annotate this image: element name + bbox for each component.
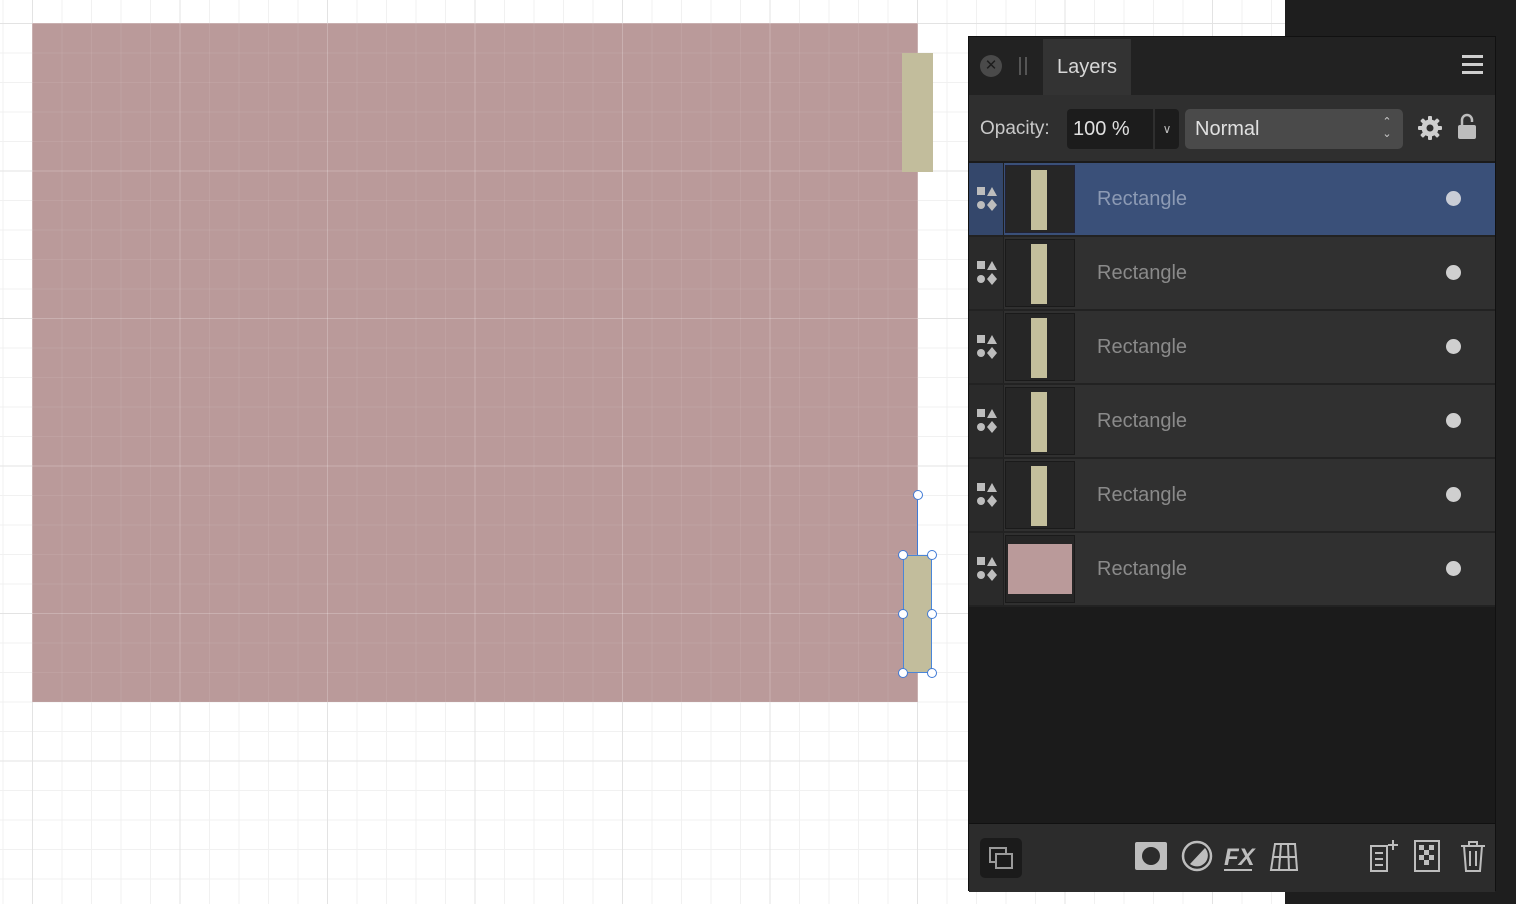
add-transparency-layer-icon[interactable] — [1409, 838, 1445, 874]
arrange-layers-button[interactable] — [980, 838, 1022, 878]
panel-grip-icon[interactable] — [1019, 57, 1027, 75]
thumbnail-strip — [1031, 392, 1047, 452]
mask-icon[interactable] — [1133, 838, 1169, 874]
blend-mode-value: Normal — [1195, 118, 1260, 140]
arrange-icon — [989, 847, 1013, 869]
panel-menu-icon[interactable] — [1462, 55, 1483, 74]
blend-mode-select[interactable]: Normal ⌃ ⌄ — [1185, 109, 1403, 149]
opacity-input[interactable]: 100 % — [1067, 109, 1153, 149]
layer-type-cell — [969, 237, 1004, 309]
layer-type-cell — [969, 163, 1004, 235]
layer-thumbnail — [1005, 461, 1075, 529]
layer-row[interactable]: Rectangle — [969, 533, 1495, 607]
shape-layer-icon — [977, 261, 997, 285]
layer-properties-bar: Opacity: 100 % ∨ Normal ⌃ ⌄ — [969, 95, 1495, 161]
shape-layer-icon — [977, 409, 997, 433]
layer-name[interactable]: Rectangle — [1097, 385, 1187, 457]
thumbnail-rectangle — [1008, 544, 1072, 594]
mesh-warp-icon[interactable] — [1265, 838, 1301, 874]
resize-handle-middle-left[interactable] — [898, 609, 908, 619]
layer-name[interactable]: Rectangle — [1097, 237, 1187, 309]
unlock-icon[interactable] — [1457, 113, 1477, 141]
thumbnail-strip — [1031, 466, 1047, 526]
tab-layers[interactable]: Layers — [1043, 39, 1131, 95]
layer-thumbnail — [1005, 165, 1075, 233]
trash-icon[interactable] — [1455, 838, 1491, 874]
resize-handle-bottom-right[interactable] — [927, 668, 937, 678]
rectangle-strip-top[interactable] — [902, 53, 933, 172]
resize-handle-top-right[interactable] — [927, 550, 937, 560]
shape-layer-icon — [977, 335, 997, 359]
layer-row[interactable]: Rectangle — [969, 385, 1495, 459]
layer-thumbnail — [1005, 239, 1075, 307]
shape-layer-icon — [977, 557, 997, 581]
layer-name[interactable]: Rectangle — [1097, 163, 1187, 235]
layer-type-cell — [969, 459, 1004, 531]
layer-row[interactable]: Rectangle — [969, 237, 1495, 311]
visibility-toggle[interactable] — [1446, 339, 1461, 354]
layer-type-cell — [969, 385, 1004, 457]
close-panel-button[interactable]: ✕ — [980, 55, 1002, 77]
visibility-toggle[interactable] — [1446, 265, 1461, 280]
layer-type-cell — [969, 533, 1004, 605]
adjustment-icon[interactable] — [1179, 838, 1215, 874]
layers-panel: ✕ Layers Opacity: 100 % ∨ Normal ⌃ ⌄ Rec… — [968, 36, 1496, 892]
layer-row[interactable]: Rectangle — [969, 163, 1495, 237]
large-rectangle-shape[interactable] — [32, 23, 918, 702]
layer-row[interactable]: Rectangle — [969, 311, 1495, 385]
svg-text:FX: FX — [1224, 844, 1257, 871]
rotation-handle[interactable] — [913, 490, 923, 500]
layer-name[interactable]: Rectangle — [1097, 533, 1187, 605]
shape-layer-icon — [977, 187, 997, 211]
shape-layer-icon — [977, 483, 997, 507]
visibility-toggle[interactable] — [1446, 191, 1461, 206]
visibility-toggle[interactable] — [1446, 561, 1461, 576]
layer-type-cell — [969, 311, 1004, 383]
layer-name[interactable]: Rectangle — [1097, 311, 1187, 383]
panel-header: ✕ Layers — [969, 37, 1495, 95]
fx-icon[interactable]: FX — [1221, 838, 1257, 874]
chevron-up-down-icon: ⌃ ⌄ — [1382, 116, 1392, 140]
thumbnail-strip — [1031, 318, 1047, 378]
resize-handle-bottom-left[interactable] — [898, 668, 908, 678]
rotation-handle-line — [917, 500, 918, 555]
add-pixel-layer-icon[interactable] — [1365, 838, 1401, 874]
visibility-toggle[interactable] — [1446, 413, 1461, 428]
resize-handle-top-left[interactable] — [898, 550, 908, 560]
layer-thumbnail — [1005, 313, 1075, 381]
layer-row[interactable]: Rectangle — [969, 459, 1495, 533]
thumbnail-strip — [1031, 170, 1047, 230]
opacity-dropdown-button[interactable]: ∨ — [1155, 109, 1179, 149]
opacity-label: Opacity: — [980, 118, 1050, 139]
resize-handle-middle-right[interactable] — [927, 609, 937, 619]
visibility-toggle[interactable] — [1446, 487, 1461, 502]
thumbnail-strip — [1031, 244, 1047, 304]
layer-thumbnail — [1005, 535, 1075, 603]
gear-icon[interactable] — [1417, 115, 1443, 141]
layer-thumbnail — [1005, 387, 1075, 455]
panel-footer: FX — [969, 823, 1495, 892]
layer-name[interactable]: Rectangle — [1097, 459, 1187, 531]
